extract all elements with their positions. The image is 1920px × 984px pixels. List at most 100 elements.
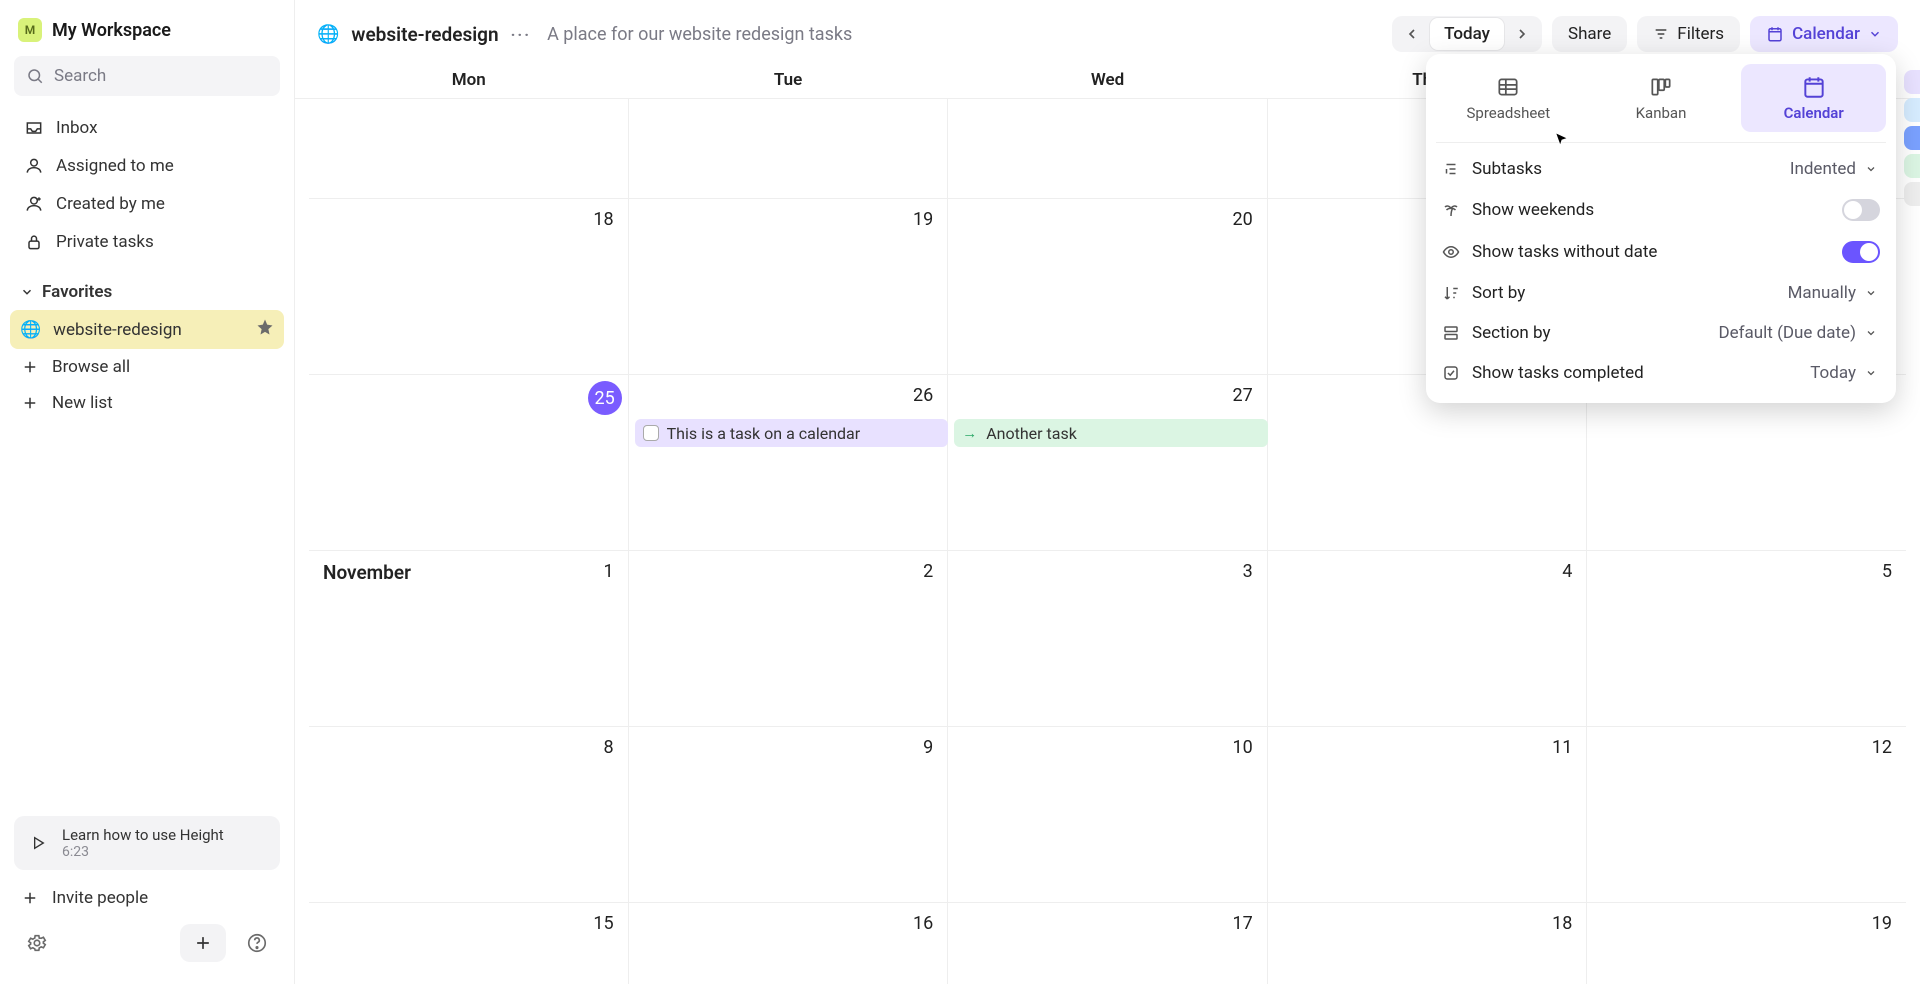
palm-icon: [1442, 201, 1460, 219]
new-list[interactable]: New list: [10, 385, 284, 421]
calendar-cell[interactable]: 25: [309, 375, 629, 550]
option-nodate[interactable]: Show tasks without date: [1436, 231, 1886, 273]
learn-card[interactable]: Learn how to use Height 6:23: [14, 816, 280, 870]
date-number: 3: [1243, 561, 1253, 582]
calendar-task[interactable]: This is a task on a calendar: [635, 419, 949, 447]
sidebar: M My Workspace Search Inbox Assigned to …: [0, 0, 295, 984]
create-button[interactable]: [180, 924, 226, 962]
chevron-right-icon: [1514, 26, 1530, 42]
calendar-task[interactable]: →Another task: [954, 419, 1268, 447]
view-calendar[interactable]: Calendar: [1741, 64, 1886, 132]
option-subtasks[interactable]: Subtasks Indented: [1436, 149, 1886, 189]
calendar-cell[interactable]: 19: [629, 199, 949, 374]
calendar-cell[interactable]: 17: [948, 903, 1268, 984]
option-section-value[interactable]: Default (Due date): [1718, 323, 1880, 343]
page-more-button[interactable]: ···: [511, 25, 531, 44]
option-section-label: Section by: [1472, 323, 1551, 343]
share-button[interactable]: Share: [1552, 16, 1627, 52]
next-button[interactable]: [1504, 18, 1540, 50]
nav-created[interactable]: Created by me: [14, 186, 280, 222]
stripe-item[interactable]: [1904, 182, 1920, 206]
spreadsheet-icon: [1495, 74, 1521, 100]
plus-icon: [20, 889, 40, 907]
nav-assigned[interactable]: Assigned to me: [14, 148, 280, 184]
option-sort[interactable]: Sort by Manually: [1436, 273, 1886, 313]
option-section[interactable]: Section by Default (Due date): [1436, 313, 1886, 353]
star-icon[interactable]: [256, 318, 274, 341]
toggle-weekends[interactable]: [1842, 199, 1880, 221]
calendar-cell[interactable]: 10: [948, 727, 1268, 902]
calendar-cell[interactable]: 12: [1587, 727, 1906, 902]
toggle-nodate[interactable]: [1842, 241, 1880, 263]
page-description: A place for our website redesign tasks: [547, 24, 852, 45]
stripe-item[interactable]: [1904, 154, 1920, 178]
play-icon: [26, 831, 50, 855]
browse-all[interactable]: Browse all: [10, 349, 284, 385]
option-completed-value[interactable]: Today: [1810, 363, 1880, 383]
calendar-cell[interactable]: 3: [948, 551, 1268, 726]
search-input[interactable]: Search: [14, 56, 280, 96]
learn-title: Learn how to use Height: [62, 826, 224, 844]
calendar-cell[interactable]: 2: [629, 551, 949, 726]
calendar-cell[interactable]: 15: [309, 903, 629, 984]
stripe-item[interactable]: [1904, 98, 1920, 122]
stripe-item[interactable]: [1904, 126, 1920, 150]
help-icon: [246, 932, 268, 954]
option-completed[interactable]: Show tasks completed Today: [1436, 353, 1886, 393]
calendar-cell[interactable]: 4: [1268, 551, 1588, 726]
date-number: 20: [1233, 209, 1253, 230]
help-button[interactable]: [240, 926, 274, 960]
date-number: 26: [913, 385, 933, 406]
view-kanban[interactable]: Kanban: [1589, 64, 1734, 132]
date-number: 17: [1233, 913, 1253, 934]
calendar-cell[interactable]: 8: [309, 727, 629, 902]
page-icon: 🌐: [317, 24, 339, 45]
calendar-cell[interactable]: 16: [629, 903, 949, 984]
plus-icon: [20, 358, 40, 376]
calendar-cell[interactable]: 11: [1268, 727, 1588, 902]
favorite-website-redesign[interactable]: 🌐 website-redesign: [10, 310, 284, 349]
filters-button[interactable]: Filters: [1637, 16, 1740, 52]
calendar-cell[interactable]: 20: [948, 199, 1268, 374]
settings-button[interactable]: [20, 926, 54, 960]
calendar-cell[interactable]: 18: [309, 199, 629, 374]
calendar-cell[interactable]: 27→Another task: [948, 375, 1268, 550]
task-label: Another task: [986, 424, 1077, 443]
calendar-cell[interactable]: 9: [629, 727, 949, 902]
nav-private-label: Private tasks: [56, 232, 154, 252]
view-calendar-label: Calendar: [1784, 104, 1844, 122]
workspace-switcher[interactable]: M My Workspace: [10, 14, 284, 46]
option-subtasks-label: Subtasks: [1472, 159, 1542, 179]
nav-private[interactable]: Private tasks: [14, 224, 280, 260]
calendar-cell[interactable]: 26 This is a task on a calendar: [629, 375, 949, 550]
sidebar-bottom: [10, 916, 284, 970]
workspace-badge: M: [18, 18, 42, 42]
day-wed: Wed: [948, 62, 1267, 98]
unscheduled-stripe[interactable]: [1904, 70, 1920, 206]
option-nodate-label: Show tasks without date: [1472, 242, 1657, 262]
created-icon: [24, 194, 44, 214]
option-weekends[interactable]: Show weekends: [1436, 189, 1886, 231]
calendar-cell[interactable]: 5: [1587, 551, 1906, 726]
calendar-cell[interactable]: [629, 99, 949, 198]
invite-people[interactable]: Invite people: [10, 880, 284, 916]
calendar-cell[interactable]: 1November: [309, 551, 629, 726]
option-subtasks-value[interactable]: Indented: [1790, 159, 1880, 179]
calendar-cell[interactable]: [948, 99, 1268, 198]
search-placeholder: Search: [54, 66, 106, 86]
nav-inbox[interactable]: Inbox: [14, 110, 280, 146]
favorites-heading[interactable]: Favorites: [10, 274, 284, 310]
date-number: 16: [913, 913, 933, 934]
calendar-cell[interactable]: 18: [1268, 903, 1588, 984]
browse-all-label: Browse all: [52, 357, 130, 377]
globe-icon: 🌐: [20, 320, 41, 340]
prev-button[interactable]: [1394, 18, 1430, 50]
option-sort-value[interactable]: Manually: [1788, 283, 1880, 303]
view-button[interactable]: Calendar: [1750, 16, 1898, 52]
calendar-cell[interactable]: 19: [1587, 903, 1906, 984]
stripe-item[interactable]: [1904, 70, 1920, 94]
calendar-cell[interactable]: [309, 99, 629, 198]
today-button[interactable]: Today: [1430, 18, 1504, 50]
calendar-week: 89101112: [309, 727, 1906, 903]
view-spreadsheet[interactable]: Spreadsheet: [1436, 64, 1581, 132]
